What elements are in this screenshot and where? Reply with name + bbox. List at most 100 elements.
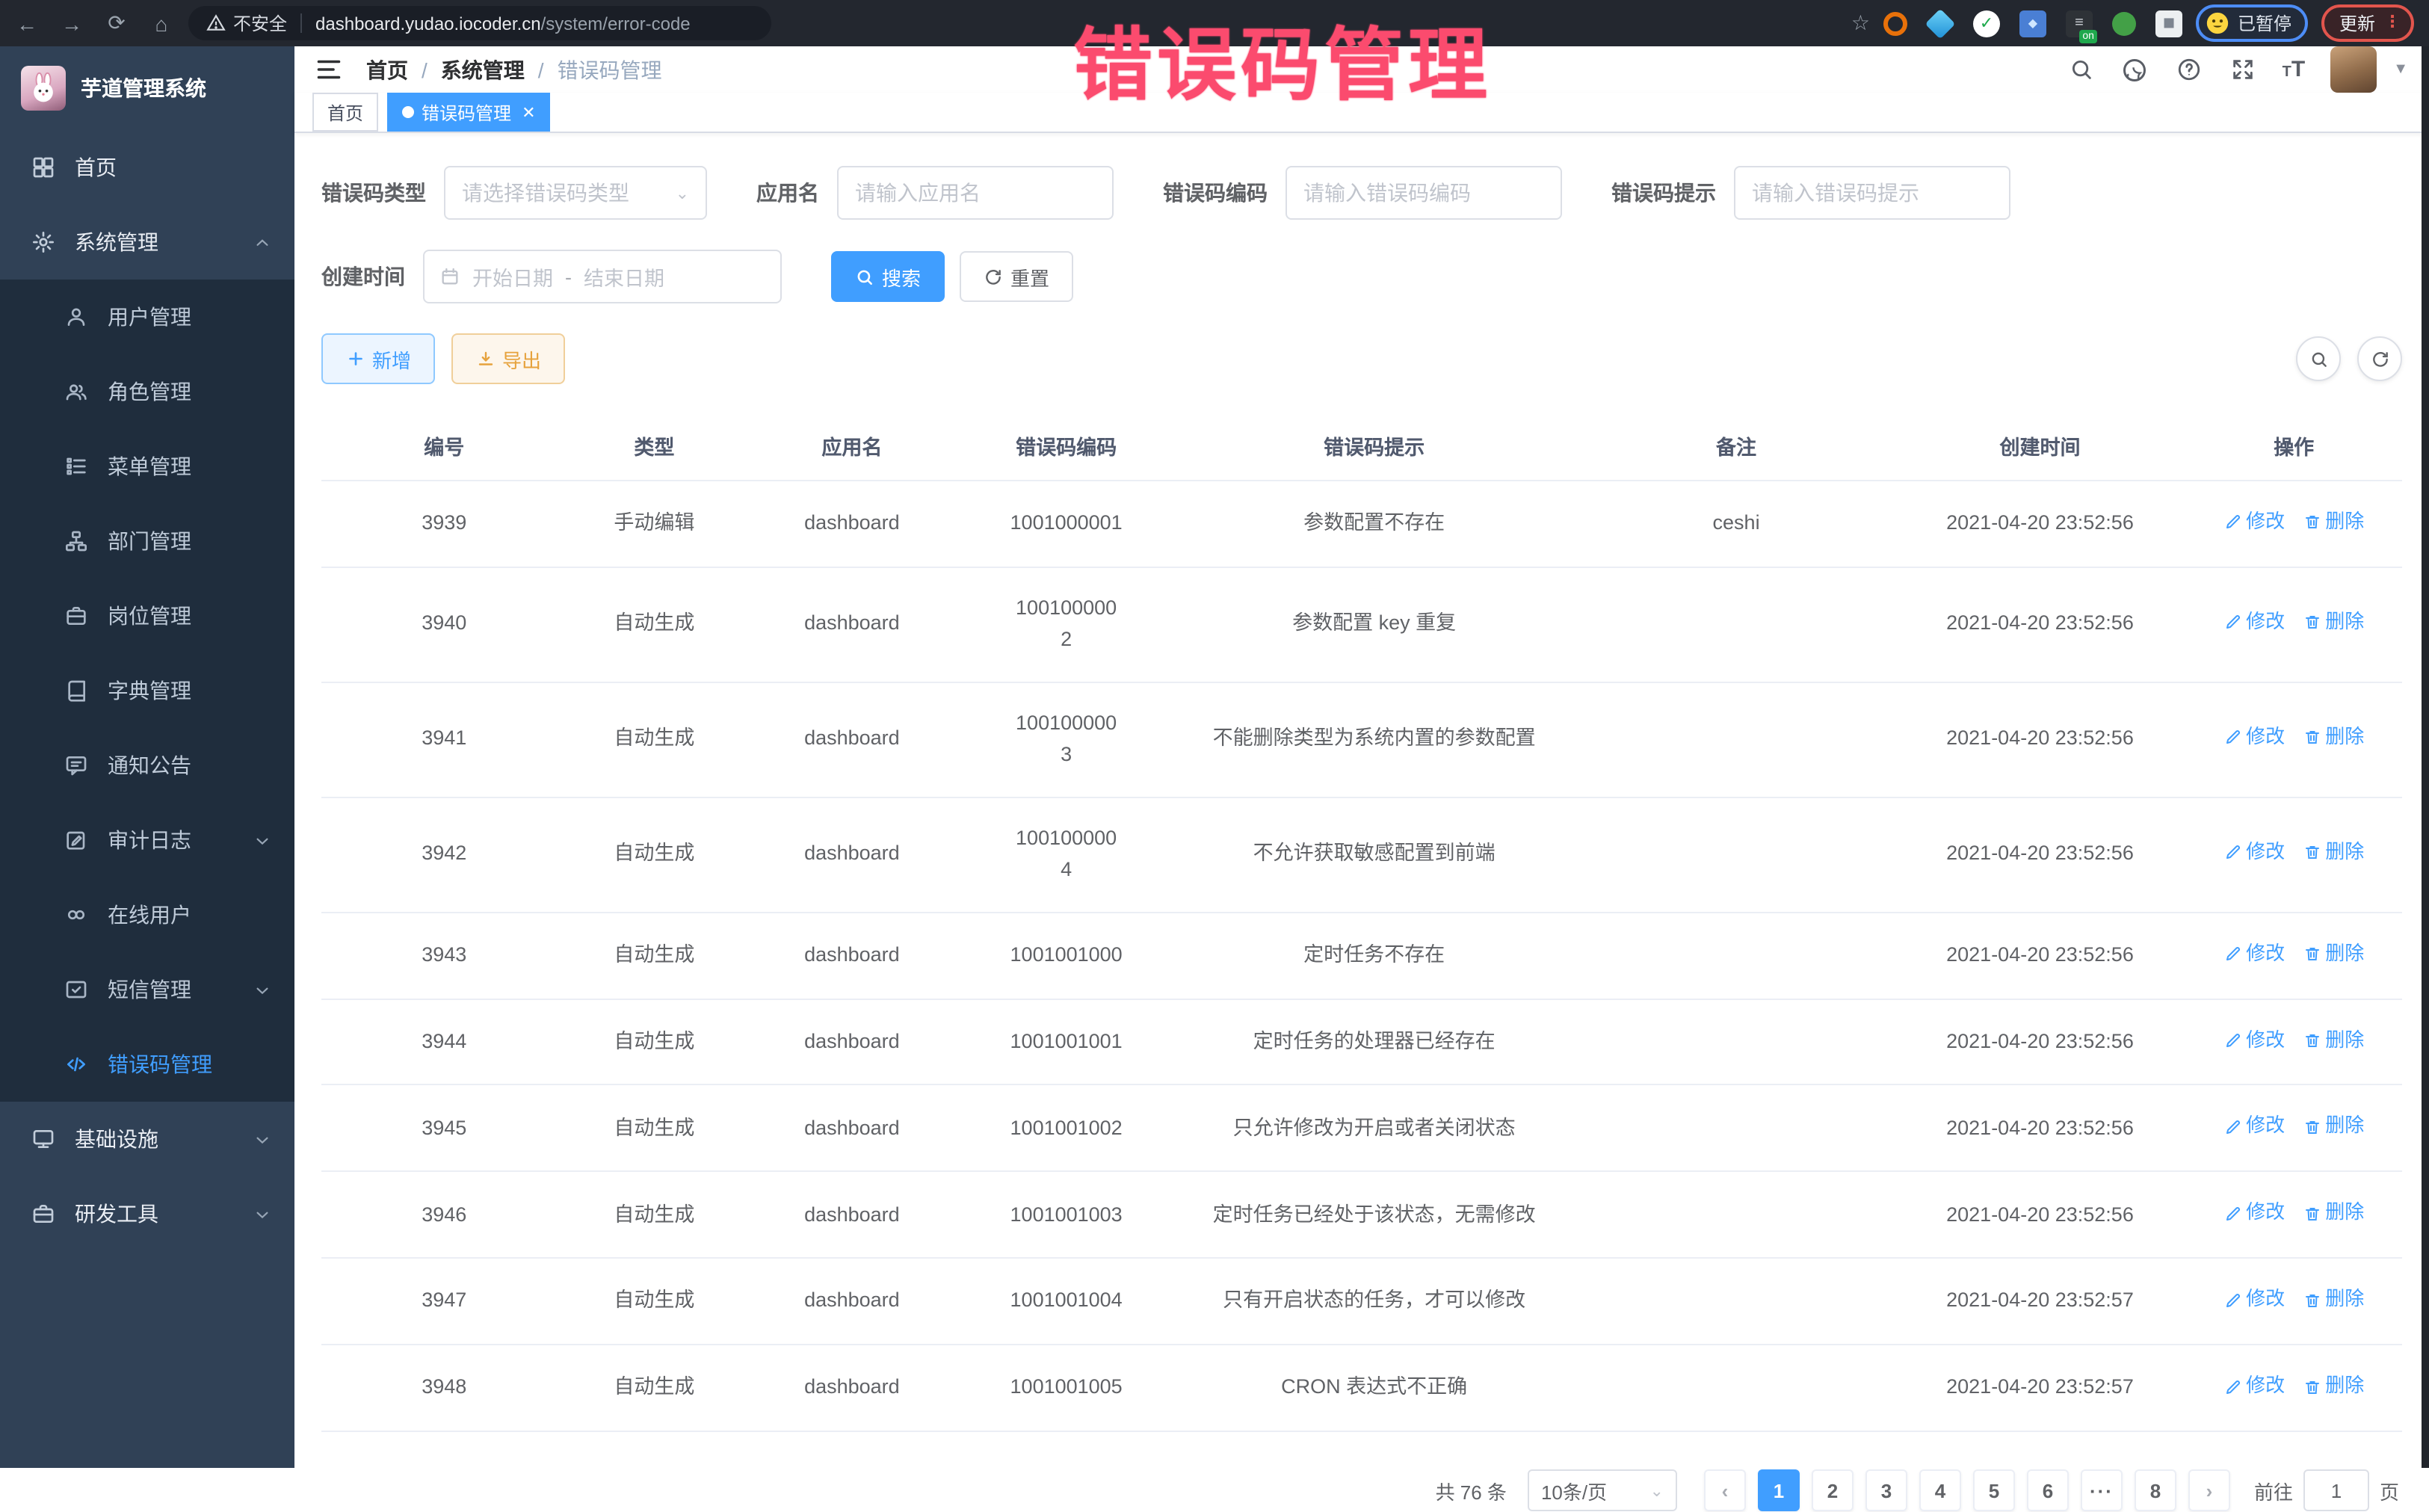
forward-icon[interactable]: → [60, 11, 84, 35]
delete-link[interactable]: 删除 [2303, 1371, 2364, 1401]
breadcrumb-system[interactable]: 系统管理 [441, 55, 525, 84]
page-button-1[interactable]: 1 [1758, 1470, 1800, 1512]
page-button-2[interactable]: 2 [1812, 1470, 1854, 1512]
address-bar[interactable]: 不安全 dashboard.yudao.iocoder.cn/system/er… [188, 6, 771, 40]
error-type-select[interactable]: 请选择错误码类型 ⌄ [444, 166, 707, 220]
prev-page-button[interactable]: ‹ [1704, 1470, 1746, 1512]
not-secure-badge[interactable]: 不安全 [206, 10, 287, 36]
user-caret-icon[interactable]: ▼ [2393, 61, 2408, 78]
sidebar-item-13[interactable]: 基础设施 [0, 1102, 294, 1176]
browser-update-button[interactable]: 更新 ⋮ [2321, 4, 2414, 42]
sidebar-item-12[interactable]: 错误码管理 [0, 1027, 294, 1102]
back-icon[interactable]: ← [15, 11, 39, 35]
edit-link[interactable]: 修改 [2223, 1371, 2285, 1401]
font-size-icon[interactable]: TT [2283, 58, 2306, 81]
sidebar-item-1[interactable]: 系统管理 [0, 205, 294, 280]
puzzle-extension-icon[interactable]: ◼ [2155, 10, 2182, 37]
orange-ring-extension-icon[interactable] [1883, 11, 1907, 35]
delete-link[interactable]: 删除 [2303, 507, 2364, 537]
cell-ops: 修改删除 [2185, 1172, 2402, 1259]
tab-home[interactable]: 首页 [312, 93, 378, 132]
delete-link[interactable]: 删除 [2303, 723, 2364, 753]
sidebar-item-0[interactable]: 首页 [0, 130, 294, 205]
page-size-select[interactable]: 10条/页 ⌄ [1528, 1470, 1677, 1512]
blue-gem-extension-icon[interactable] [1925, 8, 1956, 39]
tab-error-code[interactable]: 错误码管理 ✕ [387, 93, 550, 132]
edit-link[interactable]: 修改 [2223, 938, 2285, 968]
edit-link[interactable]: 修改 [2223, 1198, 2285, 1228]
toggle-search-button[interactable] [2296, 336, 2341, 381]
col-type: 类型 [567, 411, 742, 481]
sidebar-item-11[interactable]: 短信管理 [0, 952, 294, 1027]
search-button[interactable]: 搜索 [831, 251, 945, 302]
page-button-4[interactable]: 4 [1919, 1470, 1961, 1512]
sidebar-item-2[interactable]: 用户管理 [0, 280, 294, 354]
cell-app: dashboard [741, 481, 962, 567]
sidebar-item-7[interactable]: 字典管理 [0, 653, 294, 728]
scrollbar[interactable] [2422, 46, 2429, 1468]
sidebar-item-6[interactable]: 岗位管理 [0, 578, 294, 653]
edit-link[interactable]: 修改 [2223, 723, 2285, 753]
dark-list-extension-icon[interactable]: ≡on [2066, 10, 2093, 37]
trash-icon [2303, 1031, 2321, 1049]
home-icon[interactable]: ⌂ [149, 11, 173, 35]
date-range-picker[interactable]: 开始日期 - 结束日期 [423, 250, 782, 303]
delete-link[interactable]: 删除 [2303, 1025, 2364, 1055]
more-pages-icon[interactable]: ··· [2081, 1470, 2123, 1512]
cell-id: 3948 [321, 1345, 567, 1432]
edit-link[interactable]: 修改 [2223, 837, 2285, 867]
edit-link[interactable]: 修改 [2223, 1111, 2285, 1141]
close-tab-icon[interactable]: ✕ [522, 102, 535, 122]
cell-msg: 定时任务的处理器已经存在 [1170, 999, 1578, 1085]
help-icon[interactable] [2175, 55, 2203, 84]
sidebar-item-9[interactable]: 审计日志 [0, 803, 294, 877]
extension-paused-pill[interactable]: 已暂停 [2196, 4, 2308, 42]
collapse-menu-icon[interactable] [315, 58, 342, 81]
app-logo[interactable]: 芋道管理系统 [0, 46, 294, 130]
green-check-extension-icon[interactable]: ✓ [1973, 10, 2000, 37]
delete-link[interactable]: 删除 [2303, 938, 2364, 968]
reload-icon[interactable]: ⟳ [105, 11, 129, 35]
reset-button[interactable]: 重置 [960, 251, 1073, 302]
sidebar-item-10[interactable]: 在线用户 [0, 877, 294, 952]
sidebar-item-5[interactable]: 部门管理 [0, 504, 294, 578]
edit-link[interactable]: 修改 [2223, 1285, 2285, 1315]
green-plant-extension-icon[interactable] [2112, 11, 2136, 35]
sidebar-item-14[interactable]: 研发工具 [0, 1176, 294, 1251]
edit-link[interactable]: 修改 [2223, 608, 2285, 638]
blue-grid-extension-icon[interactable]: ◆ [2019, 10, 2046, 37]
sidebar-item-8[interactable]: 通知公告 [0, 728, 294, 803]
delete-link[interactable]: 删除 [2303, 837, 2364, 867]
page-button-3[interactable]: 3 [1865, 1470, 1907, 1512]
browser-menu-icon[interactable]: ⋮ [2384, 15, 2401, 31]
refresh-table-button[interactable] [2357, 336, 2402, 381]
error-code-input[interactable] [1286, 166, 1562, 220]
goto-page-input[interactable] [2303, 1470, 2369, 1512]
edit-link[interactable]: 修改 [2223, 507, 2285, 537]
divider [300, 13, 302, 33]
app-name-input[interactable] [837, 166, 1114, 220]
delete-link[interactable]: 删除 [2303, 1198, 2364, 1228]
delete-link[interactable]: 删除 [2303, 608, 2364, 638]
next-page-button[interactable]: › [2188, 1470, 2230, 1512]
page-button-6[interactable]: 6 [2027, 1470, 2069, 1512]
export-button[interactable]: 导出 [451, 333, 565, 384]
plus-icon [345, 349, 365, 368]
delete-link[interactable]: 删除 [2303, 1285, 2364, 1315]
page-button-5[interactable]: 5 [1973, 1470, 2015, 1512]
fullscreen-icon[interactable] [2229, 55, 2257, 84]
page-button-8[interactable]: 8 [2135, 1470, 2176, 1512]
error-msg-input[interactable] [1734, 166, 2010, 220]
error-code-label: 错误码编码 [1163, 178, 1268, 208]
sidebar-item-3[interactable]: 角色管理 [0, 354, 294, 429]
bookmark-star-icon[interactable]: ☆ [1851, 10, 1870, 36]
edit-link[interactable]: 修改 [2223, 1025, 2285, 1055]
add-button[interactable]: 新增 [321, 333, 435, 384]
github-icon[interactable] [2121, 55, 2149, 84]
breadcrumb-home[interactable]: 首页 [366, 55, 408, 84]
user-avatar[interactable] [2330, 46, 2377, 93]
search-icon[interactable] [2067, 55, 2096, 84]
sidebar-item-4[interactable]: 菜单管理 [0, 429, 294, 504]
cell-type: 自动生成 [567, 682, 742, 797]
delete-link[interactable]: 删除 [2303, 1111, 2364, 1141]
